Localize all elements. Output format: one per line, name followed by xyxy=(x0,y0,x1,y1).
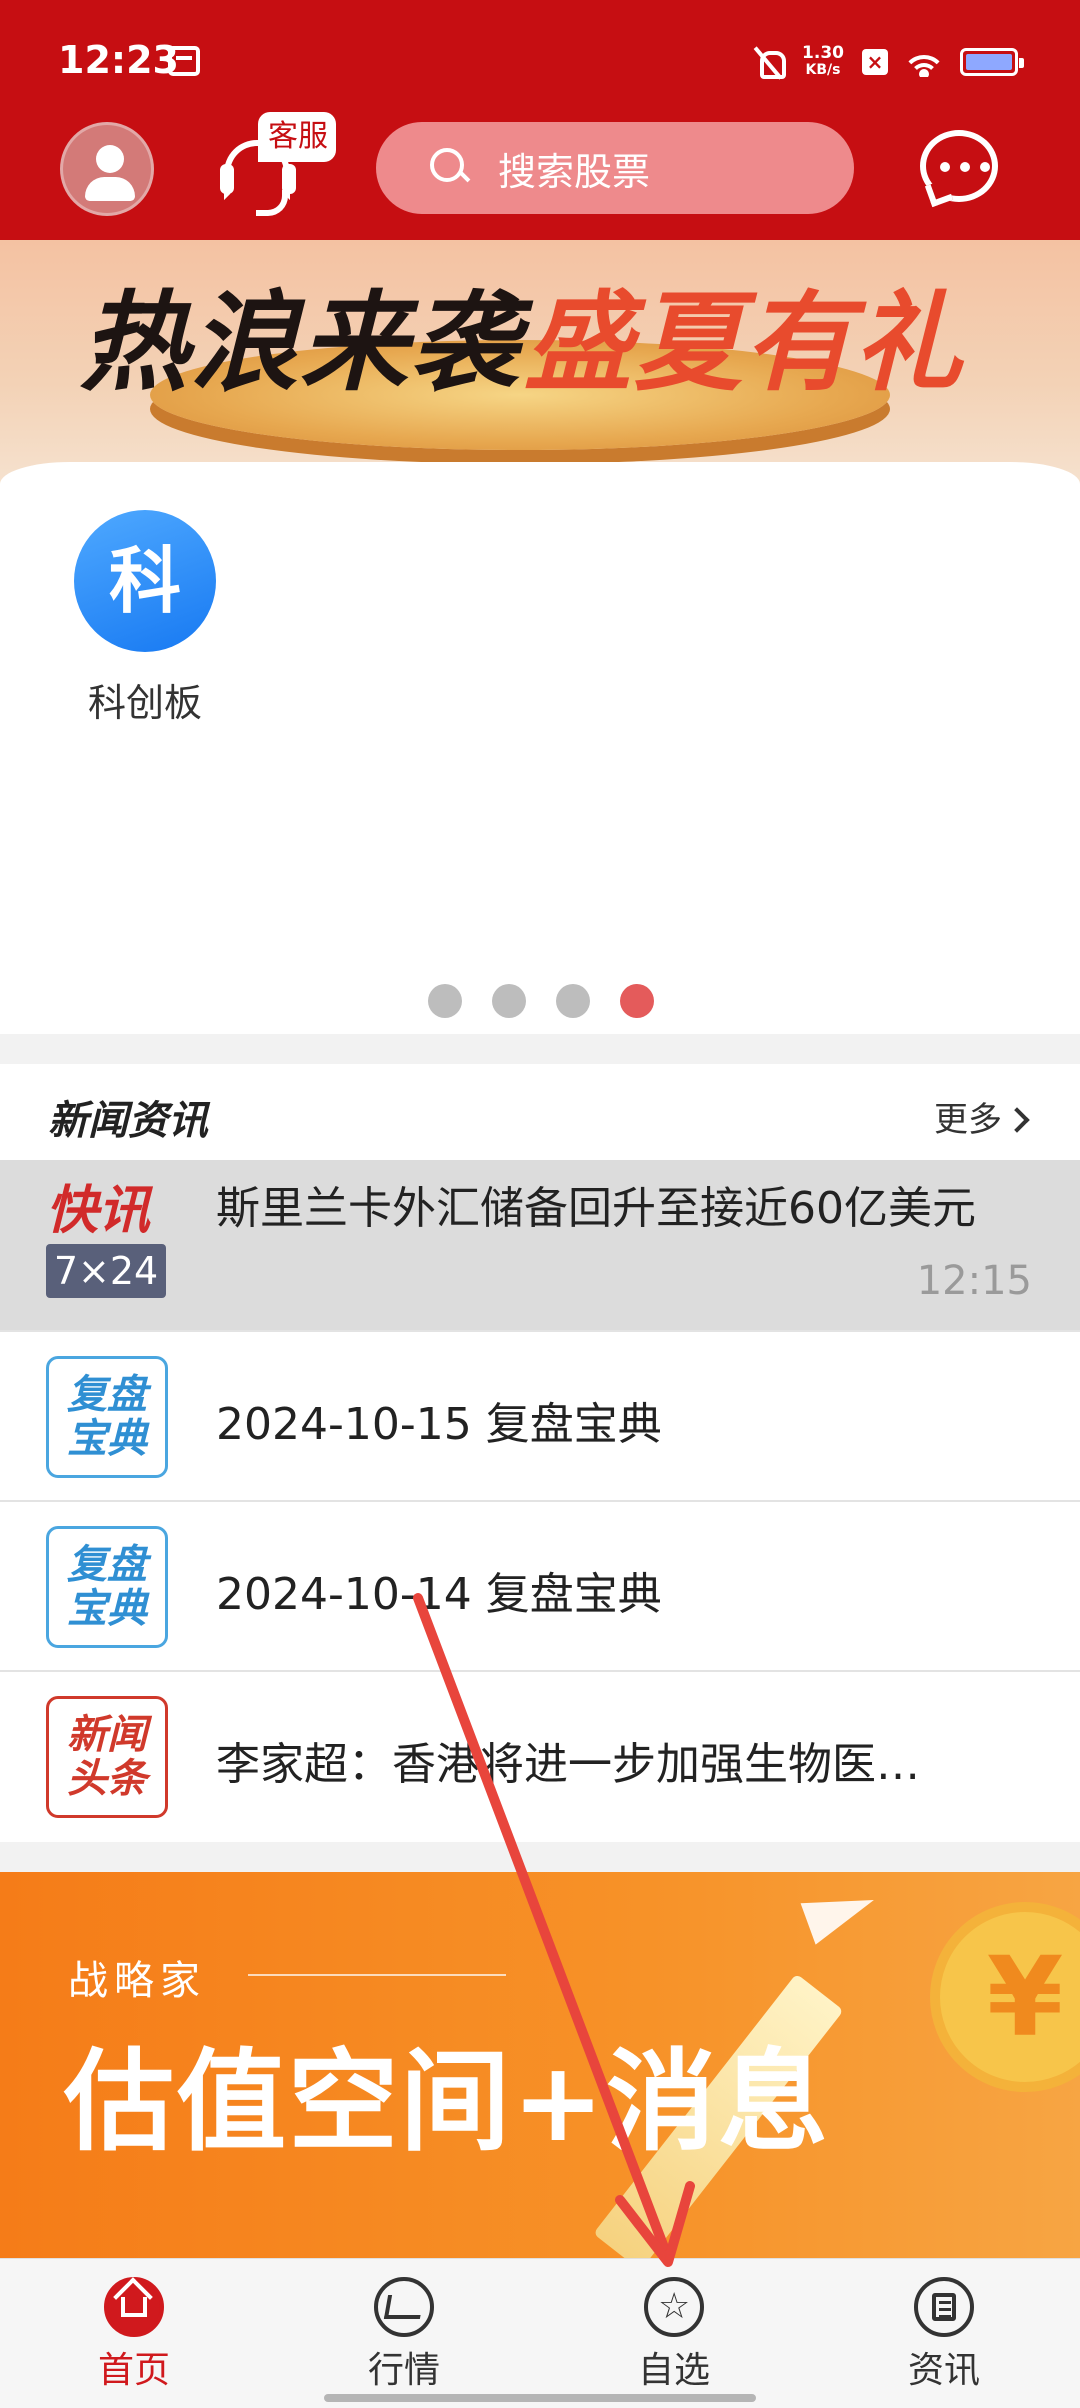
top-header: 12:23 1.30 KB/s × 客服 搜索股票 xyxy=(0,0,1080,240)
yuan-coin-icon: ¥ xyxy=(930,1902,1080,2092)
battery-icon xyxy=(960,48,1024,76)
nav-label: 自选 xyxy=(637,2350,710,2391)
flash-logo-bottom: 7×24 xyxy=(46,1244,166,1298)
nav-label: 资讯 xyxy=(907,2350,980,2391)
news-item[interactable]: 复盘 宝典 2024-10-15 复盘宝典 xyxy=(0,1330,1080,1500)
carousel-dot-active[interactable] xyxy=(620,984,654,1018)
news-item[interactable]: 复盘 宝典 2024-10-14 复盘宝典 xyxy=(0,1500,1080,1670)
nav-label: 首页 xyxy=(97,2350,170,2391)
chevron-right-icon xyxy=(1004,1107,1030,1133)
banner-title-right: 盛夏有礼 xyxy=(524,281,965,406)
headset-ear-left xyxy=(220,164,234,194)
promo-title: 估值空间+消息 xyxy=(64,2038,831,2166)
headline-news-logo: 新闻 头条 xyxy=(46,1696,168,1818)
nav-tab-market[interactable]: 行情 xyxy=(304,2277,504,2393)
review-logo-line1: 复盘 xyxy=(67,1542,147,1588)
avatar-body xyxy=(85,177,135,201)
network-speed-value: 1.30 xyxy=(802,43,844,63)
nav-tab-home[interactable]: 首页 xyxy=(34,2277,234,2393)
headline-logo-line2: 头条 xyxy=(67,1756,147,1802)
news-item-flash[interactable]: 快讯 7×24 斯里兰卡外汇储备回升至接近60亿美元 12:15 xyxy=(0,1160,1080,1330)
quick-entry-label[interactable]: 科创板 xyxy=(52,672,238,727)
user-avatar-button[interactable] xyxy=(60,122,154,216)
review-logo-line1: 复盘 xyxy=(67,1372,147,1418)
star-market-icon[interactable]: 科 xyxy=(74,510,216,652)
banner-title-left: 热浪来袭 xyxy=(80,281,521,406)
message-button[interactable] xyxy=(920,130,1002,208)
flash-news-logo: 快讯 7×24 xyxy=(46,1182,168,1306)
calendar-icon xyxy=(168,46,200,76)
news-headline: 斯里兰卡外汇储备回升至接近60亿美元 xyxy=(216,1183,976,1234)
review-guide-logo: 复盘 宝典 xyxy=(46,1526,168,1648)
nav-tab-news[interactable]: 资讯 xyxy=(844,2277,1044,2393)
carousel-indicator xyxy=(428,984,654,1018)
chat-dots xyxy=(940,162,990,172)
strategist-promo-banner[interactable]: ¥ 战略家 估值空间+消息 xyxy=(0,1872,1080,2258)
nav-tab-watchlist[interactable]: ☆ 自选 xyxy=(574,2277,774,2393)
no-sim-icon: × xyxy=(862,49,888,75)
home-indicator[interactable] xyxy=(324,2394,756,2402)
headset-mic xyxy=(256,190,288,216)
search-placeholder: 搜索股票 xyxy=(498,149,651,194)
news-more-label: 更多 xyxy=(934,1100,1002,1140)
news-headline: 2024-10-14 复盘宝典 xyxy=(216,1569,662,1620)
star-icon: ☆ xyxy=(644,2277,704,2337)
promo-divider xyxy=(248,1974,506,1976)
nav-label: 行情 xyxy=(367,2350,440,2391)
carousel-dot[interactable] xyxy=(556,984,590,1018)
search-icon xyxy=(430,148,470,188)
news-more-link[interactable]: 更多 xyxy=(934,1092,1030,1141)
network-speed: 1.30 KB/s xyxy=(802,45,844,79)
news-time: 12:15 xyxy=(916,1258,1032,1304)
promo-subtitle: 战略家 xyxy=(68,1958,206,2004)
status-time: 12:23 xyxy=(58,38,179,82)
news-headline: 李家超：香港将进一步加强生物医… xyxy=(216,1739,920,1790)
mute-icon xyxy=(754,45,787,79)
paper-plane-icon xyxy=(800,1879,882,1945)
summer-promo-banner[interactable]: 热浪来袭 盛夏有礼 xyxy=(0,240,1080,500)
network-speed-unit: KB/s xyxy=(805,62,841,78)
carousel-dot[interactable] xyxy=(428,984,462,1018)
carousel-dot[interactable] xyxy=(492,984,526,1018)
review-logo-line2: 宝典 xyxy=(67,1416,147,1462)
status-icons: 1.30 KB/s × xyxy=(754,40,1024,84)
trend-icon xyxy=(374,2277,434,2337)
stock-search-input[interactable]: 搜索股票 xyxy=(376,122,854,214)
customer-service-button[interactable]: 客服 xyxy=(212,112,342,222)
news-icon xyxy=(914,2277,974,2337)
news-item[interactable]: 新闻 头条 李家超：香港将进一步加强生物医… xyxy=(0,1670,1080,1840)
customer-service-badge: 客服 xyxy=(258,112,336,162)
status-bar: 12:23 1.30 KB/s × xyxy=(0,0,1080,120)
news-headline: 2024-10-15 复盘宝典 xyxy=(216,1399,662,1450)
wifi-icon xyxy=(906,47,942,77)
quick-entry-card: 科 科创板 xyxy=(0,462,1080,1034)
home-icon xyxy=(104,2277,164,2337)
bottom-navigation: 首页 行情 ☆ 自选 资讯 xyxy=(0,2258,1080,2408)
review-guide-logo: 复盘 宝典 xyxy=(46,1356,168,1478)
news-section-title: 新闻资讯 xyxy=(48,1098,208,1144)
headline-logo-line1: 新闻 xyxy=(67,1712,147,1758)
flash-logo-top: 快讯 xyxy=(46,1181,151,1241)
news-section: 新闻资讯 更多 快讯 7×24 斯里兰卡外汇储备回升至接近60亿美元 12:15… xyxy=(0,1064,1080,1842)
news-header: 新闻资讯 更多 xyxy=(0,1064,1080,1160)
review-logo-line2: 宝典 xyxy=(67,1586,147,1632)
avatar-head xyxy=(96,145,124,173)
